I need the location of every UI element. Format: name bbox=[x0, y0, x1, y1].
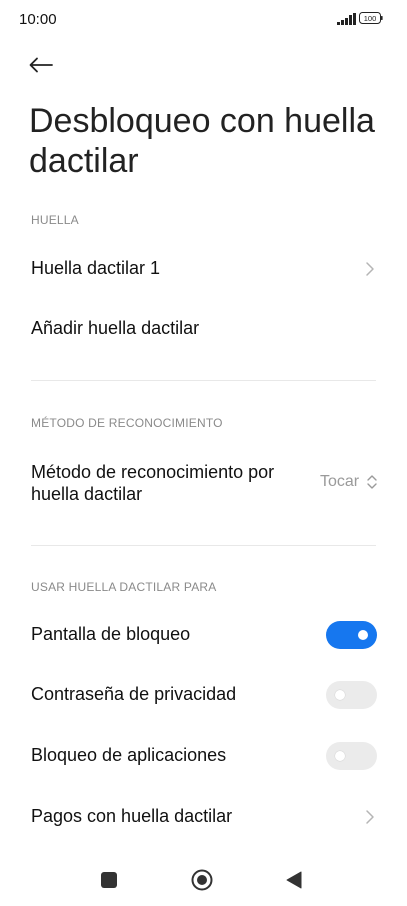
recognition-method-label: Método de reconocimiento por huella dact… bbox=[31, 462, 275, 504]
privacy-password-item[interactable]: Contraseña de privacidad bbox=[0, 674, 407, 716]
app-lock-toggle[interactable] bbox=[326, 742, 377, 770]
recognition-method-item[interactable]: Método de reconocimiento por huella dact… bbox=[0, 455, 407, 511]
section-header-fingerprint: HUELLA bbox=[31, 213, 79, 227]
toggle-knob bbox=[358, 630, 368, 640]
fingerprint-1-item[interactable]: Huella dactilar 1 bbox=[0, 248, 407, 290]
navigation-bar bbox=[0, 860, 407, 900]
chevron-right-icon bbox=[366, 262, 374, 276]
lock-screen-label: Pantalla de bloqueo bbox=[31, 624, 191, 644]
home-button[interactable] bbox=[191, 869, 213, 891]
recent-apps-button[interactable] bbox=[101, 872, 117, 888]
nav-back-button[interactable] bbox=[286, 871, 302, 889]
toggle-knob bbox=[335, 690, 345, 700]
chevron-right-icon bbox=[366, 810, 374, 824]
battery-level: 100 bbox=[364, 14, 377, 23]
divider bbox=[31, 380, 376, 381]
app-lock-item[interactable]: Bloqueo de aplicaciones bbox=[0, 735, 407, 777]
chevron-up-down-icon bbox=[367, 475, 377, 489]
divider bbox=[31, 545, 376, 546]
section-header-usage: USAR HUELLA DACTILAR PARA bbox=[31, 580, 217, 594]
add-fingerprint-label: Añadir huella dactilar bbox=[31, 318, 200, 338]
section-header-recognition: MÉTODO DE RECONOCIMIENTO bbox=[31, 416, 223, 430]
status-time: 10:00 bbox=[19, 11, 57, 28]
recognition-method-value: Tocar bbox=[320, 473, 360, 490]
add-fingerprint-item[interactable]: Añadir huella dactilar bbox=[0, 308, 407, 350]
fingerprint-payments-item[interactable]: Pagos con huella dactilar bbox=[0, 796, 407, 838]
fingerprint-1-label: Huella dactilar 1 bbox=[31, 258, 161, 278]
app-lock-label: Bloqueo de aplicaciones bbox=[31, 745, 227, 765]
battery-icon: 100 bbox=[359, 12, 383, 24]
fingerprint-payments-label: Pagos con huella dactilar bbox=[31, 806, 233, 826]
signal-icon bbox=[337, 13, 356, 25]
lock-screen-toggle[interactable] bbox=[326, 621, 377, 649]
privacy-password-label: Contraseña de privacidad bbox=[31, 684, 237, 704]
arrow-left-icon bbox=[29, 57, 53, 73]
privacy-password-toggle[interactable] bbox=[326, 681, 377, 709]
back-button[interactable] bbox=[26, 50, 56, 80]
page-title: Desbloqueo con huella dactilar bbox=[29, 102, 375, 180]
lock-screen-item[interactable]: Pantalla de bloqueo bbox=[0, 614, 407, 656]
toggle-knob bbox=[335, 751, 345, 761]
status-bar: 10:00 100 bbox=[0, 0, 407, 40]
